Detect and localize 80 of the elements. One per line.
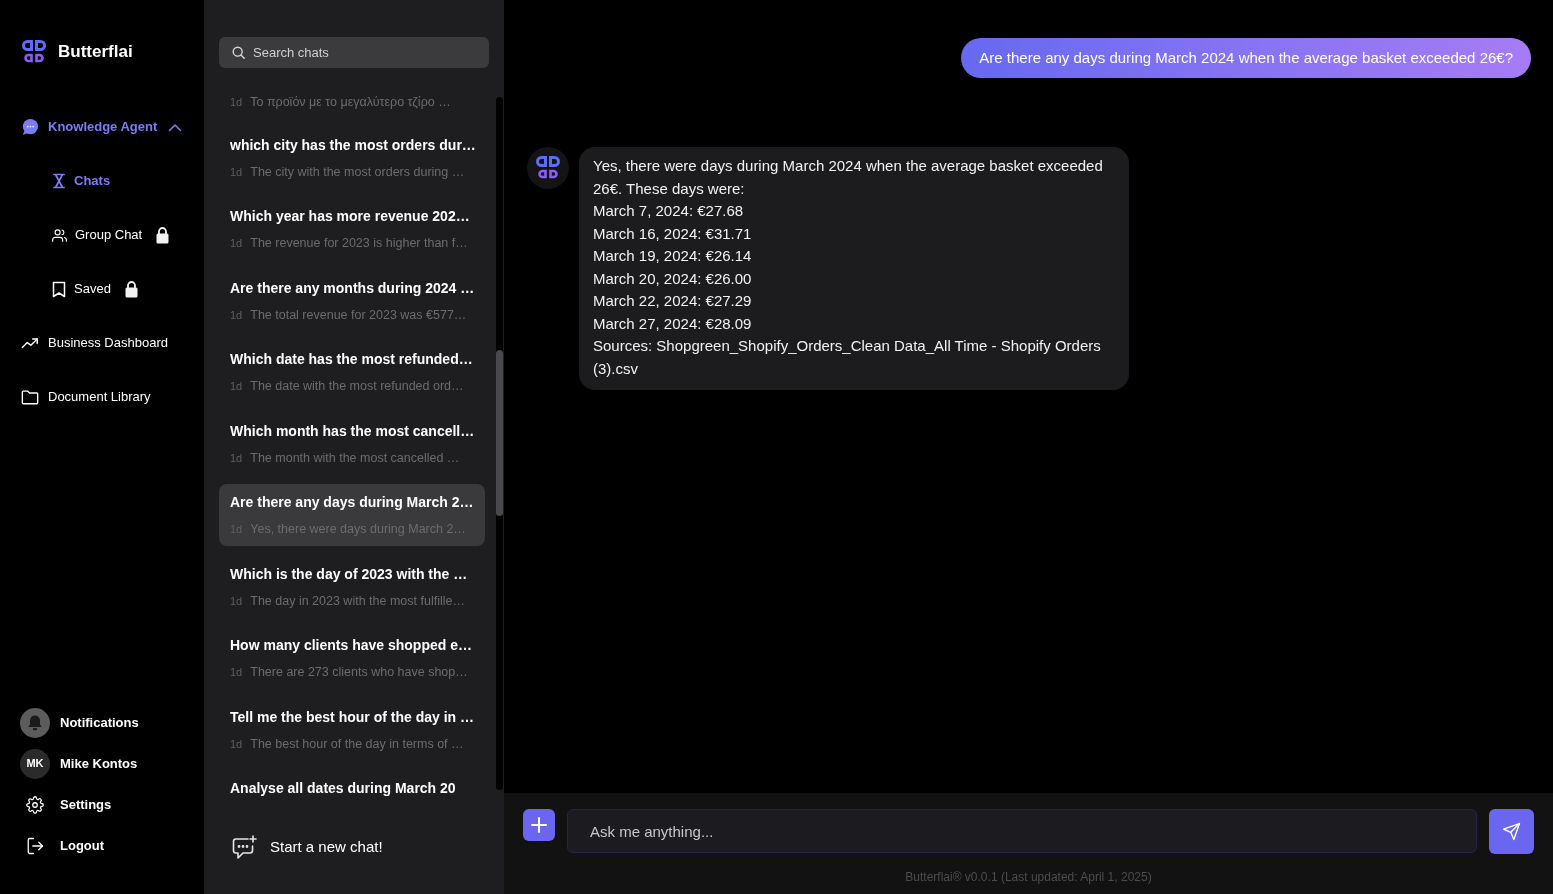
chat-title: Tell me the best hour of the day in … xyxy=(230,707,474,727)
plus-icon xyxy=(531,817,547,833)
chat-preview: The city with the most orders during … xyxy=(250,163,465,181)
message-line: March 16, 2024: €31.71 xyxy=(593,223,753,244)
chat-item[interactable]: How many clients have shopped e… 1d There are 273 clients who have shop… xyxy=(219,627,485,689)
chat-title: which city has the most orders dur… xyxy=(230,135,476,155)
chat-item[interactable]: Which year has more revenue 202… 1d The revenue for 2023 is higher than f… xyxy=(219,198,485,260)
scrollbar-track[interactable] xyxy=(496,97,503,790)
chat-item[interactable]: Analyse all dates during March 20 xyxy=(219,770,485,800)
nav-item[interactable]: Saved xyxy=(52,279,138,299)
bell-icon xyxy=(20,707,50,738)
send-button[interactable] xyxy=(1489,809,1534,854)
chat-age: 1d xyxy=(230,736,243,752)
message-line: Sources: Shopgreen_Shopify_Orders_Clean Data_All Time - Shopify Orders (3).csv xyxy=(593,336,1102,379)
chat-title: Which is the day of 2023 with the … xyxy=(230,564,468,584)
chat-item[interactable]: Which date has the most refunded… 1d The date with the most refunded ord… xyxy=(219,341,485,403)
nav-item[interactable]: Business Dashboard xyxy=(21,333,168,353)
chat-item[interactable]: Are there any months during 2024 … 1d The total revenue for 2023 was €577… xyxy=(219,269,485,332)
nav-item[interactable]: Knowledge Agent xyxy=(21,117,183,137)
chat-title: Analyse all dates during March 20 xyxy=(230,779,456,798)
message-line: March 19, 2024: €26.14 xyxy=(593,246,753,266)
nav-item[interactable]: Group Chat xyxy=(52,225,170,245)
attach-button[interactable] xyxy=(523,809,555,841)
chat-title: Which month has the most cancell… xyxy=(230,421,475,441)
chevron-up-icon[interactable] xyxy=(168,122,183,132)
sidebar-item[interactable]: Settings xyxy=(20,794,112,815)
chat-age: 1d xyxy=(230,95,243,111)
version-footer: Butterflai® v0.0.1 (Last updated: April 1, 2025) xyxy=(504,868,1553,886)
search-icon xyxy=(232,46,245,59)
chat-preview: The total revenue for 2023 was €577… xyxy=(250,306,467,324)
chat-bubble-icon xyxy=(21,118,39,136)
sidebar-item[interactable]: Logout xyxy=(20,835,105,856)
chat-add-icon xyxy=(232,834,257,860)
nav-item[interactable]: Chats xyxy=(52,171,111,191)
sidebar-item[interactable]: MK Mike Kontos xyxy=(20,748,138,779)
message-line: March 20, 2024: €26.00 xyxy=(593,268,753,289)
chat-preview: The day in 2023 with the most fulfille… xyxy=(250,592,465,610)
hourglass-icon xyxy=(52,173,66,189)
user-message: Are there any days during March 2024 when the average basket exceeded 26€? xyxy=(961,38,1531,78)
bot-avatar-icon xyxy=(527,147,569,189)
chat-title: How many clients have shopped e… xyxy=(230,636,472,655)
chat-age: 1d xyxy=(230,236,243,252)
bookmark-icon xyxy=(52,280,66,298)
message-line: March 22, 2024: €27.29 xyxy=(593,291,753,311)
message-line: March 7, 2024: €27.68 xyxy=(593,201,745,221)
search-field[interactable]: Search chats xyxy=(219,37,489,68)
message-line: March 27, 2024: €28.09 xyxy=(593,313,753,334)
chat-age: 1d xyxy=(230,665,243,681)
logout-icon xyxy=(26,836,44,855)
brand-name: Butterflai xyxy=(58,41,133,64)
settings-icon xyxy=(26,795,44,814)
chat-preview: Το προϊόν με το μεγαλύτερο τζίρο … xyxy=(250,94,451,112)
users-icon xyxy=(52,227,67,243)
chat-item[interactable]: Tell me the best hour of the day in … 1d The best hour of the day in terms of … xyxy=(219,698,485,761)
new-chat-button[interactable]: Start a new chat! xyxy=(232,834,383,860)
message-line: Yes, there were days during March 2024 when the average basket exceeded 26€. These days were: xyxy=(593,156,1104,199)
chat-preview: The revenue for 2023 is higher than f… xyxy=(250,235,468,253)
chat-age: 1d xyxy=(230,307,243,323)
message-input[interactable]: Ask me anything... xyxy=(567,809,1477,853)
send-icon xyxy=(1502,822,1521,841)
chat-age: 1d xyxy=(230,379,243,395)
chat-preview: The best hour of the day in terms of … xyxy=(250,735,464,753)
chat-item[interactable]: Which month has the most cancell… 1d The month with the most cancelled … xyxy=(219,412,485,475)
chat-preview: The date with the most refunded ord… xyxy=(250,378,464,396)
chat-age: 1d xyxy=(230,450,243,466)
chat-preview: There are 273 clients who have shop… xyxy=(250,664,468,682)
chat-item[interactable]: which city has the most orders dur… 1d The city with the most orders during … xyxy=(219,126,485,189)
scrollbar-thumb[interactable] xyxy=(496,350,503,516)
chat-age: 1d xyxy=(230,593,243,609)
nav-item[interactable]: Document Library xyxy=(21,387,151,407)
chat-title: Are there any days during March 2… xyxy=(230,493,474,512)
chat-age: 1d xyxy=(230,164,243,180)
chat-title: Which date has the most refunded… xyxy=(230,350,473,369)
chat-title: Are there any months during 2024 … xyxy=(230,278,475,298)
chat-item[interactable]: Which is the day of 2023 with the … 1d The day in 2023 with the most fulfille… xyxy=(219,555,485,618)
folder-icon xyxy=(21,388,39,406)
sidebar-item[interactable]: Notifications xyxy=(20,707,139,738)
chat-preview: The month with the most cancelled … xyxy=(250,449,460,467)
chat-title: Which year has more revenue 202… xyxy=(230,207,470,226)
user-avatar: MK xyxy=(20,748,50,779)
